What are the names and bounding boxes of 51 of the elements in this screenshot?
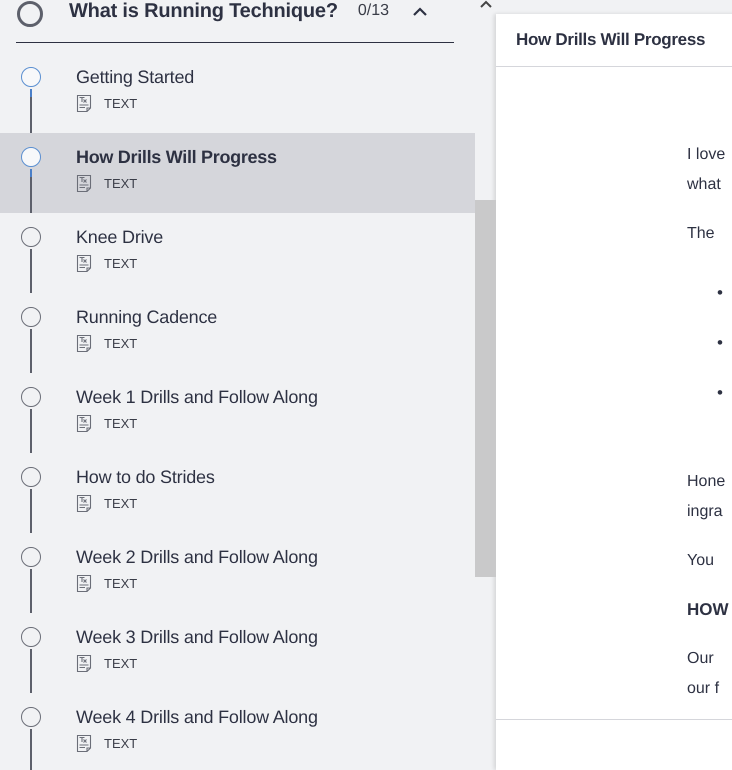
text-document-icon — [76, 414, 92, 433]
lesson-title: Week 4 Drills and Follow Along — [76, 707, 318, 728]
text-document-icon — [76, 254, 92, 273]
lesson-title: Knee Drive — [76, 227, 164, 248]
lesson-item[interactable]: How Drills Will Progress TEXT — [0, 133, 475, 213]
lesson-type: TEXT — [104, 176, 138, 191]
lesson-type: TEXT — [104, 736, 138, 751]
lesson-type: TEXT — [104, 656, 138, 671]
lesson-item[interactable]: Week 3 Drills and Follow Along TEXT — [0, 613, 475, 693]
lesson-item[interactable]: Week 1 Drills and Follow Along TEXT — [0, 373, 475, 453]
lesson-title: Getting Started — [76, 67, 194, 88]
text-document-icon — [76, 94, 92, 113]
text-document-icon — [76, 174, 92, 193]
section-status-icon — [17, 1, 43, 27]
lesson-type: TEXT — [104, 416, 138, 431]
section-heading: HOW — [687, 599, 730, 621]
section-title: What is Running Technique? — [69, 0, 338, 22]
lesson-title: Running Cadence — [76, 307, 218, 328]
lesson-item[interactable]: Week 2 Drills and Follow Along TEXT — [0, 533, 475, 613]
lesson-type: TEXT — [104, 576, 138, 591]
lesson-item[interactable]: How to do Strides TEXT — [0, 453, 475, 533]
paragraph-text: You — [687, 551, 715, 571]
scroll-up-icon[interactable] — [480, 0, 492, 8]
text-document-icon — [76, 334, 92, 353]
lesson-item[interactable]: Week 4 Drills and Follow Along TEXT — [0, 693, 475, 770]
bullet-point: • — [717, 282, 724, 304]
lesson-type: TEXT — [104, 496, 138, 511]
lesson-type: TEXT — [104, 96, 138, 111]
paragraph-text: The — [687, 224, 716, 244]
paragraph-text: Hone ingra — [687, 472, 726, 522]
lesson-title: How to do Strides — [76, 467, 215, 488]
lesson-title: How Drills Will Progress — [76, 147, 277, 168]
lesson-type: TEXT — [104, 256, 138, 271]
text-document-icon — [76, 574, 92, 593]
text-document-icon — [76, 734, 92, 753]
bullet-point: • — [717, 332, 724, 354]
paragraph-text: I love what — [687, 145, 726, 195]
lesson-title: Week 1 Drills and Follow Along — [76, 387, 318, 408]
lesson-item[interactable]: Knee Drive TEXT — [0, 213, 475, 293]
bullet-point: • — [717, 382, 724, 404]
scrollbar-thumb[interactable] — [475, 200, 496, 577]
lesson-item[interactable]: Running Cadence TEXT — [0, 293, 475, 373]
text-document-icon — [76, 494, 92, 513]
lesson-count: 0/13 — [358, 2, 389, 20]
paragraph-text: Our our f — [687, 649, 720, 699]
lesson-type: TEXT — [104, 336, 138, 351]
lesson-title: Week 2 Drills and Follow Along — [76, 547, 318, 568]
lesson-item[interactable]: Getting Started TEXT — [0, 53, 475, 133]
panel-title: How Drills Will Progress — [516, 30, 706, 50]
text-document-icon — [76, 654, 92, 673]
lesson-title: Week 3 Drills and Follow Along — [76, 627, 318, 648]
